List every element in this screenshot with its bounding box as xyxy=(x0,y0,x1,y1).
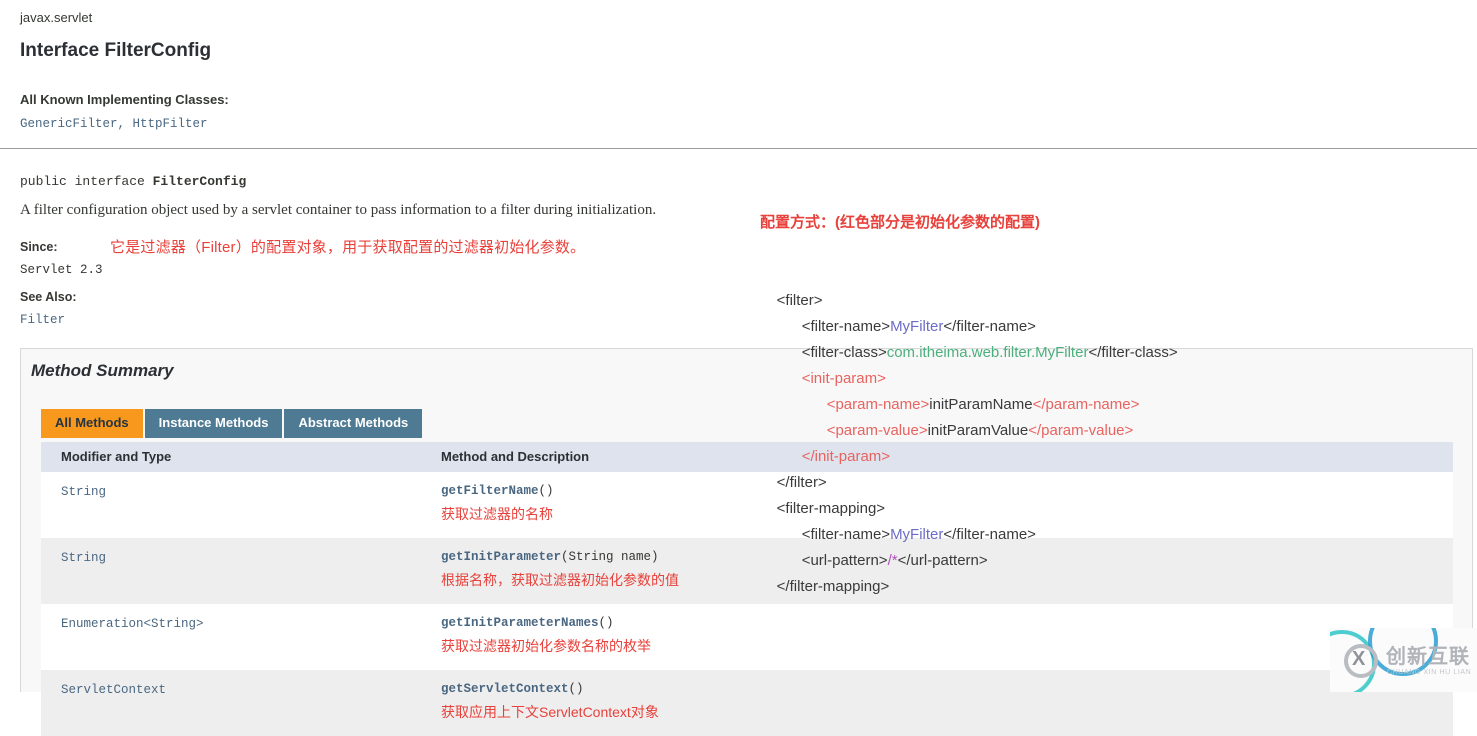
xml-code-lines: <filter> <filter-name>MyFilter</filter-n… xyxy=(760,288,1178,600)
xml-code-line: <param-value>initParamValue</param-value… xyxy=(760,418,1178,444)
xml-token: <param-value> xyxy=(826,422,928,439)
xml-token: </filter-mapping> xyxy=(776,578,890,595)
table-row: String getInitParameter(String name) 根据名… xyxy=(41,538,1453,604)
xml-token: <filter-class> xyxy=(801,344,887,361)
method-name[interactable]: getInitParameter xyxy=(441,550,561,564)
method-summary-title: Method Summary xyxy=(31,361,174,380)
xml-code-line: <filter-class>com.itheima.web.filter.MyF… xyxy=(760,340,1178,366)
xml-token: <filter-mapping> xyxy=(776,500,886,517)
table-row: Enumeration<String> getInitParameterName… xyxy=(41,604,1453,670)
method-signature: getServletContext() xyxy=(441,682,1453,696)
method-name[interactable]: getServletContext xyxy=(441,682,569,696)
method-name[interactable]: getFilterName xyxy=(441,484,539,498)
column-header-modifier-type: Modifier and Type xyxy=(41,442,421,472)
xml-token: </filter-name> xyxy=(943,526,1036,543)
method-args: () xyxy=(538,484,554,498)
xml-token: </filter-name> xyxy=(943,318,1036,335)
tab-all-methods[interactable]: All Methods xyxy=(41,409,143,438)
method-args: () xyxy=(568,682,584,696)
since-value: Servlet 2.3 xyxy=(20,263,103,277)
xml-token: <url-pattern> xyxy=(801,552,888,569)
package-name: javax.servlet xyxy=(20,10,93,25)
declaration-modifiers: public interface xyxy=(20,174,153,189)
xml-code-line: <filter-name>MyFilter</filter-name> xyxy=(760,314,1178,340)
type-declaration: public interface FilterConfig xyxy=(20,174,246,189)
xml-code-line: <param-name>initParamName</param-name> xyxy=(760,392,1178,418)
xml-config-annotation: 配置方式：(红色部分是初始化参数的配置) <filter> <filter-na… xyxy=(760,158,1178,626)
xml-token: </filter-class> xyxy=(1088,344,1178,361)
xml-code-line: <init-param> xyxy=(760,366,1178,392)
xml-token: </url-pattern> xyxy=(897,552,988,569)
type-description: A filter configuration object used by a … xyxy=(20,202,657,218)
declaration-type-name: FilterConfig xyxy=(152,174,247,189)
method-description-cn: 获取应用上下文ServletContext对象 xyxy=(441,704,659,720)
xml-token: com.itheima.web.filter.MyFilter xyxy=(886,344,1089,361)
method-return-type[interactable]: String xyxy=(61,551,106,565)
method-filter-tabs: All Methods Instance Methods Abstract Me… xyxy=(41,409,423,438)
xml-code-line: </init-param> xyxy=(760,444,1178,470)
xml-annotation-heading: 配置方式：(红色部分是初始化参数的配置) xyxy=(760,210,1178,236)
xml-token: </init-param> xyxy=(801,448,891,465)
annotation-description-cn: 它是过滤器（Filter）的配置对象，用于获取配置的过滤器初始化参数。 xyxy=(110,239,586,256)
xml-token: initParamName xyxy=(929,396,1033,413)
xml-heading-text: 配置方式： xyxy=(760,214,836,231)
xml-token: </filter> xyxy=(776,474,827,491)
known-implementing-classes-block: All Known Implementing Classes: GenericF… xyxy=(20,90,229,133)
xml-token: MyFilter xyxy=(890,526,944,543)
logo-mark-letter: X xyxy=(1352,648,1366,670)
watermark-logo: X 创新互联 CHUANG XIN HU LIAN xyxy=(1330,628,1477,692)
xml-token: <filter> xyxy=(776,292,823,309)
method-summary-panel: Method Summary All Methods Instance Meth… xyxy=(20,348,1473,736)
doc-header: javax.servlet Interface FilterConfig xyxy=(20,8,1460,64)
method-args: (String name) xyxy=(561,550,659,564)
xml-code-line: </filter-mapping> xyxy=(760,574,1178,600)
see-also-label: See Also: xyxy=(20,290,77,304)
xml-code-line: <filter-name>MyFilter</filter-name> xyxy=(760,522,1178,548)
xml-code-line: <filter-mapping> xyxy=(760,496,1178,522)
xml-token: </param-name> xyxy=(1032,396,1140,413)
watermark-brand-pinyin: CHUANG XIN HU LIAN xyxy=(1387,669,1472,676)
xml-token: <filter-name> xyxy=(801,526,891,543)
section-divider xyxy=(0,148,1477,149)
table-row: String getFilterName() 获取过滤器的名称 xyxy=(41,472,1453,538)
xml-heading-paren: (红色部分是初始化参数的配置) xyxy=(835,214,1041,231)
xml-code-line: </filter> xyxy=(760,470,1178,496)
method-description-cn: 获取过滤器初始化参数名称的枚举 xyxy=(441,638,651,654)
xml-code-line: <url-pattern>/*</url-pattern> xyxy=(760,548,1178,574)
method-summary-body: String getFilterName() 获取过滤器的名称 String g… xyxy=(41,472,1453,736)
xml-code-line: <filter> xyxy=(760,288,1178,314)
table-row: ServletContext getServletContext() 获取应用上… xyxy=(41,670,1453,736)
see-also-link[interactable]: Filter xyxy=(20,313,65,327)
method-args: () xyxy=(598,616,614,630)
xml-token: </param-value> xyxy=(1028,422,1134,439)
method-return-type[interactable]: Enumeration<String> xyxy=(61,617,204,631)
xml-token: <init-param> xyxy=(801,370,886,387)
table-header-row: Modifier and Type Method and Description xyxy=(41,442,1453,472)
xml-token: MyFilter xyxy=(890,318,944,335)
watermark-brand-name: 创新互联 xyxy=(1386,646,1470,668)
known-implementing-classes-links[interactable]: GenericFilter, HttpFilter xyxy=(20,115,229,133)
known-implementing-classes-label: All Known Implementing Classes: xyxy=(20,92,229,107)
method-return-type[interactable]: String xyxy=(61,485,106,499)
xml-token: /* xyxy=(887,552,898,569)
method-return-type[interactable]: ServletContext xyxy=(61,683,166,697)
since-label: Since: xyxy=(20,240,58,254)
xml-token: <filter-name> xyxy=(801,318,891,335)
tab-instance-methods[interactable]: Instance Methods xyxy=(144,409,283,438)
method-name[interactable]: getInitParameterNames xyxy=(441,616,599,630)
xml-token: initParamValue xyxy=(927,422,1029,439)
page-title: Interface FilterConfig xyxy=(20,40,212,61)
xml-token: <param-name> xyxy=(826,396,930,413)
tab-abstract-methods[interactable]: Abstract Methods xyxy=(284,409,423,438)
